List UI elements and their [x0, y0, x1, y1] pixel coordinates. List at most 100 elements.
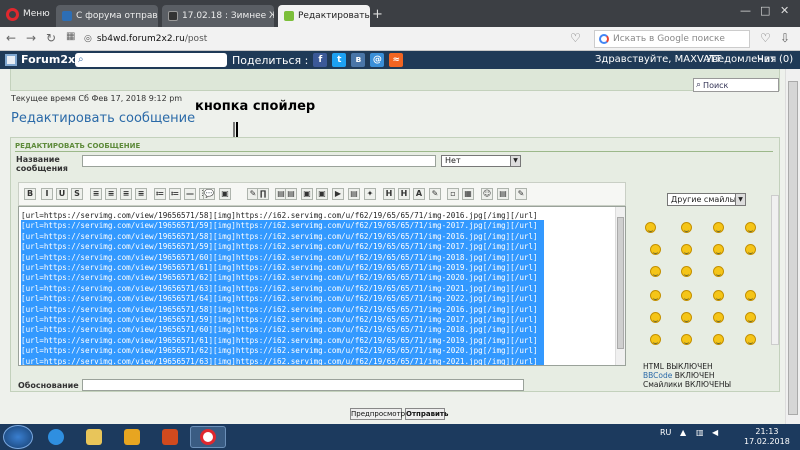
tab-forum-notification[interactable]: С форума отправлена пс ✕	[56, 5, 158, 27]
smiley-icon[interactable]	[650, 290, 661, 301]
speed-dial-icon[interactable]: ▦	[66, 31, 75, 42]
toolbar-button[interactable]: ▦	[462, 188, 474, 200]
smiley-icon[interactable]	[713, 334, 724, 345]
toolbar-button[interactable]: ∏	[257, 188, 269, 200]
smiley-icon[interactable]	[745, 290, 756, 301]
back-arrow-icon[interactable]: ←	[6, 31, 16, 45]
twitter-icon[interactable]: t	[332, 53, 347, 67]
message-textarea[interactable]: [url=https://servimg.com/view/19656571/5…	[18, 206, 626, 366]
smiley-icon[interactable]	[745, 312, 756, 323]
reload-icon[interactable]: ↻	[46, 31, 56, 45]
system-clock[interactable]: 21:13 17.02.2018	[744, 427, 790, 447]
taskbar-ie[interactable]	[38, 426, 74, 448]
smiley-icon[interactable]	[650, 312, 661, 323]
taskbar-explorer[interactable]	[76, 426, 112, 448]
maximize-icon[interactable]: □	[760, 4, 770, 17]
smiley-icon[interactable]	[713, 290, 724, 301]
smiley-icon[interactable]	[681, 312, 692, 323]
subject-input[interactable]	[82, 155, 436, 167]
toolbar-button[interactable]: —	[184, 188, 196, 200]
opera-menu-button[interactable]: Меню	[2, 4, 50, 24]
toolbar-button[interactable]: ≡	[105, 188, 117, 200]
smiley-icon[interactable]	[713, 222, 724, 233]
download-icon[interactable]: ⇩	[780, 31, 790, 45]
chat-link[interactable]: Чат (0)	[757, 54, 793, 65]
smiley-icon[interactable]	[681, 334, 692, 345]
bbcode-link[interactable]: BBCode	[643, 371, 672, 380]
toolbar-button[interactable]: ▣	[219, 188, 231, 200]
smiley-icon[interactable]	[681, 244, 692, 255]
toolbar-button[interactable]: ▤	[285, 188, 297, 200]
editor-scroll-thumb[interactable]	[617, 217, 624, 349]
toolbar-button[interactable]: U	[56, 188, 68, 200]
bookmark-heart-icon[interactable]: ♡	[570, 31, 581, 45]
facebook-icon[interactable]: f	[313, 53, 328, 67]
preview-button[interactable]: Предпросмотр	[350, 408, 405, 420]
toolbar-button[interactable]: ✎	[515, 188, 527, 200]
submit-button[interactable]: Отправить	[405, 408, 448, 420]
smiley-icon[interactable]	[681, 222, 692, 233]
smiley-icon[interactable]	[650, 244, 661, 255]
smiley-icon[interactable]	[681, 290, 692, 301]
forum-search-button[interactable]: ⌕ Поиск	[693, 78, 779, 92]
toolbar-button[interactable]: A	[413, 188, 425, 200]
toolbar-button[interactable]: ✦	[364, 188, 376, 200]
smiley-icon[interactable]	[713, 266, 724, 277]
toolbar-button[interactable]: ▣	[301, 188, 313, 200]
toolbar-button[interactable]: ▫	[447, 188, 459, 200]
smiley-icon[interactable]	[650, 266, 661, 277]
page-scroll-thumb[interactable]	[788, 81, 798, 415]
toolbar-button[interactable]: H	[383, 188, 395, 200]
smiley-icon[interactable]	[713, 312, 724, 323]
minimize-icon[interactable]: —	[740, 4, 751, 17]
smiley-icon[interactable]	[713, 244, 724, 255]
smiley-icon[interactable]	[745, 244, 756, 255]
toolbar-button[interactable]: ≡	[120, 188, 132, 200]
toolbar-button[interactable]: ☺	[481, 188, 493, 200]
forum-search-input[interactable]: ⌕	[75, 53, 227, 67]
smilies-select[interactable]: Другие смайлы ▼	[667, 193, 746, 206]
heart-icon[interactable]: ♡	[760, 31, 771, 45]
toolbar-button[interactable]: ✎	[429, 188, 441, 200]
close-window-icon[interactable]: ✕	[780, 4, 789, 17]
greeting-link[interactable]: Здравствуйте, MAXVATT	[595, 54, 721, 65]
editor-scrollbar[interactable]	[615, 207, 625, 365]
email-icon[interactable]: @	[370, 53, 385, 67]
new-tab-button[interactable]: +	[372, 7, 383, 22]
toolbar-button[interactable]: S	[71, 188, 83, 200]
smiley-icon[interactable]	[745, 334, 756, 345]
toolbar-button[interactable]: 💬	[203, 188, 215, 200]
smiley-icon[interactable]	[650, 334, 661, 345]
taskbar-opera[interactable]	[190, 426, 226, 448]
smiley-icon[interactable]	[645, 222, 656, 233]
start-button[interactable]	[3, 425, 33, 449]
language-indicator[interactable]: RU	[660, 428, 671, 437]
reason-input[interactable]	[82, 379, 524, 391]
tab-winter-fishing[interactable]: 17.02.18 : Зимнее Жесток ✕	[162, 5, 274, 27]
forum-logo[interactable]: Forum2x2	[5, 53, 83, 66]
toolbar-button[interactable]: ▤	[348, 188, 360, 200]
toolbar-button[interactable]: ≡	[135, 188, 147, 200]
toolbar-button[interactable]: ▣	[316, 188, 328, 200]
google-search-input[interactable]: Искать в Google поиске	[594, 30, 750, 48]
toolbar-button[interactable]: ≔	[154, 188, 166, 200]
toolbar-button[interactable]: ▤	[497, 188, 509, 200]
volume-icon[interactable]: ◀	[712, 428, 718, 437]
taskbar-app[interactable]	[152, 426, 188, 448]
toolbar-button[interactable]: B	[24, 188, 36, 200]
vk-icon[interactable]: в	[351, 53, 366, 67]
toolbar-button[interactable]: ≔	[169, 188, 181, 200]
subject-prefix-select[interactable]: Нет ▼	[441, 155, 521, 167]
smilies-scrollbar[interactable]	[771, 195, 779, 345]
page-scrollbar[interactable]	[785, 69, 800, 424]
tray-arrow-icon[interactable]: ▲	[680, 428, 686, 437]
tab-edit-post[interactable]: Редактировать сообщени ✕	[278, 5, 370, 27]
smiley-icon[interactable]	[745, 222, 756, 233]
forward-arrow-icon[interactable]: →	[26, 31, 36, 45]
taskbar-media[interactable]	[114, 426, 150, 448]
url-field[interactable]: ◎ sb4wd.forum2x2.ru/post	[84, 30, 584, 48]
smiley-icon[interactable]	[681, 266, 692, 277]
toolbar-button[interactable]: H	[398, 188, 410, 200]
rss-icon[interactable]: ≈	[389, 53, 404, 67]
toolbar-button[interactable]: I	[41, 188, 53, 200]
